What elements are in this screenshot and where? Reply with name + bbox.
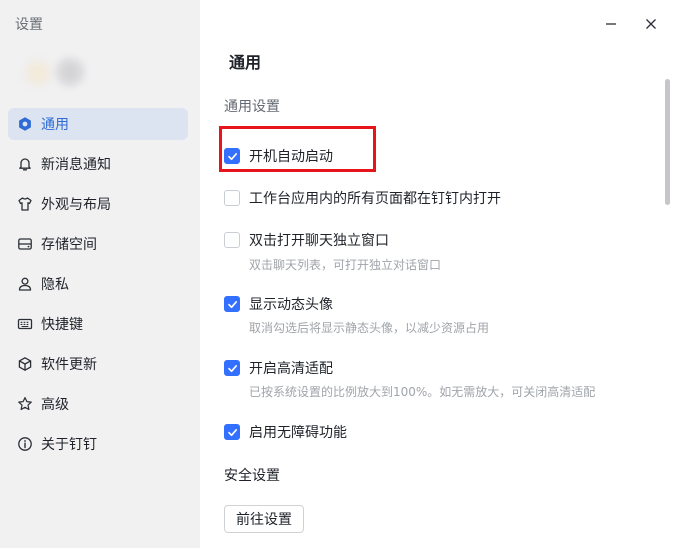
- scrollbar-thumb[interactable]: [665, 79, 670, 205]
- shirt-icon: [17, 196, 33, 212]
- sidebar-item-shortcuts[interactable]: 快捷键: [8, 308, 188, 340]
- sidebar-item-update[interactable]: 软件更新: [8, 348, 188, 380]
- page-title: 通用: [229, 53, 262, 72]
- sidebar-item-storage[interactable]: 存储空间: [8, 228, 188, 260]
- checkbox-unchecked[interactable]: [224, 232, 240, 248]
- checkmark-icon: [227, 428, 237, 436]
- sidebar-item-advanced[interactable]: 高级: [8, 388, 188, 420]
- info-icon: [17, 436, 33, 452]
- option-label: 工作台应用内的所有页面都在钉钉内打开: [249, 191, 501, 207]
- sidebar-item-label: 通用: [41, 117, 69, 133]
- option-double-click-window[interactable]: 双击打开聊天独立窗口: [224, 230, 389, 250]
- option-hd-adaptation[interactable]: 开启高清适配: [224, 358, 333, 378]
- sidebar-item-label: 关于钉钉: [41, 437, 97, 453]
- sidebar-item-general[interactable]: 通用: [8, 108, 188, 140]
- checkbox-checked[interactable]: [224, 148, 240, 164]
- checkmark-icon: [227, 300, 237, 308]
- sidebar-item-label: 隐私: [41, 277, 69, 293]
- close-button[interactable]: [641, 14, 661, 34]
- minimize-icon: [606, 23, 616, 25]
- option-hint: 取消勾选后将显示静态头像，以减少资源占用: [249, 321, 490, 335]
- option-label: 显示动态头像: [249, 297, 333, 313]
- option-accessibility[interactable]: 启用无障碍功能: [224, 422, 347, 442]
- sidebar-item-label: 存储空间: [41, 237, 97, 253]
- checkbox-checked[interactable]: [224, 360, 240, 376]
- option-label: 双击打开聊天独立窗口: [249, 233, 389, 249]
- sidebar-item-notifications[interactable]: 新消息通知: [8, 148, 188, 180]
- option-label: 启用无障碍功能: [249, 425, 347, 441]
- sidebar-item-privacy[interactable]: 隐私: [8, 268, 188, 300]
- goto-settings-button[interactable]: 前往设置: [224, 505, 304, 533]
- gear-icon: [17, 116, 33, 132]
- sidebar-item-label: 外观与布局: [41, 197, 111, 213]
- option-dynamic-avatar[interactable]: 显示动态头像: [224, 294, 333, 314]
- bell-icon: [17, 156, 33, 172]
- keyboard-icon: [17, 316, 33, 332]
- close-icon: [646, 19, 656, 29]
- section-title-security: 安全设置: [224, 468, 280, 484]
- sidebar-item-label: 高级: [41, 397, 69, 413]
- option-hint: 双击聊天列表，可打开独立对话窗口: [249, 258, 442, 272]
- checkbox-checked[interactable]: [224, 296, 240, 312]
- window-title: 设置: [15, 17, 43, 33]
- sidebar-item-label: 软件更新: [41, 357, 97, 373]
- sidebar-item-label: 快捷键: [41, 317, 83, 333]
- option-hint: 已按系统设置的比例放大到100%。如无需放大，可关闭高清适配: [249, 385, 596, 399]
- section-title-general: 通用设置: [224, 99, 280, 115]
- sidebar-item-label: 新消息通知: [41, 157, 111, 173]
- minimize-button[interactable]: [601, 14, 621, 34]
- checkbox-checked[interactable]: [224, 424, 240, 440]
- option-open-in-app[interactable]: 工作台应用内的所有页面都在钉钉内打开: [224, 188, 501, 208]
- star-icon: [17, 396, 33, 412]
- option-label: 开启高清适配: [249, 361, 333, 377]
- option-label: 开机自动启动: [249, 149, 333, 165]
- sidebar-item-about[interactable]: 关于钉钉: [8, 428, 188, 460]
- checkmark-icon: [227, 364, 237, 372]
- option-auto-start[interactable]: 开机自动启动: [224, 146, 333, 166]
- user-icon: [17, 276, 33, 292]
- sidebar: 设置 通用 新消息通知 外观与布局 存储空间 隐私 快捷键 软件更新 高级 关于…: [0, 0, 200, 548]
- sidebar-nav: 通用 新消息通知 外观与布局 存储空间 隐私 快捷键 软件更新 高级 关于钉钉: [8, 108, 188, 468]
- checkbox-unchecked[interactable]: [224, 190, 240, 206]
- storage-icon: [17, 236, 33, 252]
- checkmark-icon: [227, 152, 237, 160]
- sidebar-item-appearance[interactable]: 外观与布局: [8, 188, 188, 220]
- main-panel: 通用 通用设置 开机自动启动 工作台应用内的所有页面都在钉钉内打开 双击打开聊天…: [200, 0, 673, 548]
- avatar[interactable]: [20, 56, 92, 90]
- cube-icon: [17, 356, 33, 372]
